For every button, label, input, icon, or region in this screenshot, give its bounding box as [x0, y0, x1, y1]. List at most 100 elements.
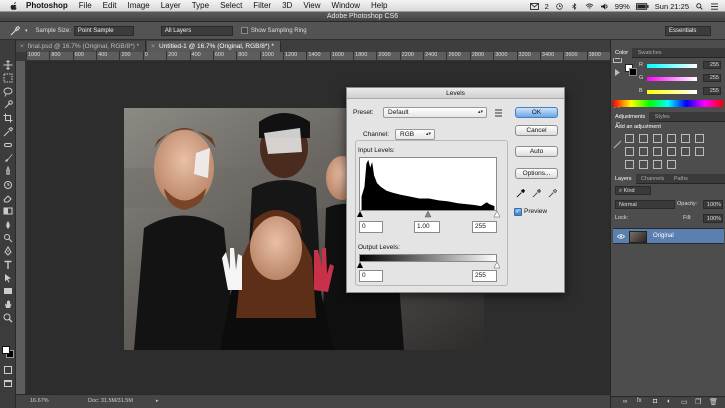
posterize-icon[interactable] [625, 160, 634, 169]
selective-color-icon[interactable] [667, 160, 676, 169]
sample-select[interactable]: All Layers [160, 25, 233, 36]
fill-value[interactable]: 100% [703, 214, 723, 223]
input-black-field[interactable]: 0 [359, 221, 383, 233]
slider-track[interactable] [647, 90, 697, 94]
link-layers-icon[interactable]: ∞ [623, 399, 627, 405]
close-icon[interactable]: × [20, 43, 24, 50]
gradient-map-icon[interactable] [653, 160, 662, 169]
fx-icon[interactable]: fx [637, 398, 642, 404]
output-white-field[interactable]: 255 [472, 270, 497, 282]
tab-adjustments[interactable]: Adjustments [611, 112, 650, 122]
menu-type[interactable]: Type [192, 1, 209, 10]
preview-checkbox[interactable]: ✓ [514, 208, 522, 216]
type-tool-icon[interactable] [3, 260, 13, 270]
screen-mode-icon[interactable] [4, 380, 12, 387]
move-tool-icon[interactable] [3, 60, 13, 70]
color-balance-icon[interactable] [625, 147, 634, 156]
sample-size-select[interactable]: Point Sample [73, 25, 134, 36]
spotlight-icon[interactable] [695, 2, 704, 10]
background-color-swatch[interactable] [629, 68, 637, 76]
pen-tool-icon[interactable] [3, 246, 13, 256]
tab-swatches[interactable]: Swatches [634, 48, 666, 58]
menu-3d[interactable]: 3D [282, 1, 292, 10]
menu-window[interactable]: Window [332, 1, 360, 10]
photo-filter-icon[interactable] [653, 147, 662, 156]
mask-icon[interactable]: ◘ [653, 398, 657, 405]
ok-button[interactable]: OK [515, 107, 558, 118]
black-white-icon[interactable] [639, 147, 648, 156]
lasso-tool-icon[interactable] [3, 87, 13, 97]
eraser-tool-icon[interactable] [3, 193, 13, 203]
eyedropper-tool-icon[interactable] [3, 126, 13, 137]
adjustment-layer-icon[interactable]: ◐ [667, 398, 671, 405]
brightness-contrast-icon[interactable] [625, 134, 634, 143]
notification-center-icon[interactable] [710, 2, 719, 10]
color-slider-b[interactable]: B 255 [639, 87, 721, 96]
color-slider-g[interactable]: G 255 [639, 74, 721, 83]
opacity-value[interactable]: 100% [703, 200, 723, 209]
channel-value[interactable]: 255 [703, 87, 721, 95]
gray-eyedropper-icon[interactable] [532, 189, 541, 198]
clone-stamp-tool-icon[interactable] [3, 166, 13, 176]
invert-icon[interactable] [695, 147, 704, 156]
exposure-icon[interactable] [667, 134, 676, 143]
vibrance-icon[interactable] [681, 134, 690, 143]
hue-saturation-icon[interactable] [695, 134, 704, 143]
actions-icon[interactable] [613, 68, 622, 77]
curves-icon[interactable] [653, 134, 662, 143]
status-menu-arrow-icon[interactable]: ▸ [156, 395, 159, 408]
channel-value[interactable]: 255 [703, 74, 721, 82]
crop-tool-icon[interactable] [3, 113, 13, 123]
eyedropper-icon[interactable] [10, 25, 20, 36]
volume-icon[interactable] [600, 2, 609, 10]
input-gamma-field[interactable]: 1.00 [414, 221, 440, 233]
channel-value[interactable]: 255 [703, 61, 721, 69]
menu-view[interactable]: View [303, 1, 320, 10]
auto-button[interactable]: Auto [515, 146, 558, 157]
slider-track[interactable] [647, 77, 697, 81]
tab-channels[interactable]: Channels [637, 174, 668, 184]
apple-icon[interactable] [8, 1, 20, 10]
healing-brush-tool-icon[interactable] [3, 140, 13, 150]
wifi-icon[interactable] [585, 2, 594, 10]
menu-layer[interactable]: Layer [161, 1, 181, 10]
white-eyedropper-icon[interactable] [548, 189, 557, 198]
options-button[interactable]: Options... [515, 168, 558, 179]
preset-options-icon[interactable] [494, 109, 503, 117]
input-levels-slider[interactable] [357, 210, 500, 218]
path-selection-tool-icon[interactable] [3, 273, 13, 283]
dodge-tool-icon[interactable] [3, 233, 13, 243]
black-eyedropper-icon[interactable] [516, 189, 525, 198]
layer-filter-select[interactable]: ⌕ Kind [615, 186, 651, 195]
output-black-field[interactable]: 0 [359, 270, 383, 282]
workspace-select[interactable]: Essentials [665, 26, 711, 36]
quick-selection-tool-icon[interactable] [3, 100, 13, 110]
menu-edit[interactable]: Edit [103, 1, 117, 10]
gradient-tool-icon[interactable] [3, 206, 13, 216]
blur-tool-icon[interactable] [3, 220, 13, 230]
mail-icon[interactable] [529, 2, 539, 10]
close-icon[interactable]: × [151, 43, 155, 50]
blend-mode-select[interactable]: Normal [615, 200, 675, 209]
tab-layers[interactable]: Layers [611, 174, 636, 184]
brush-tool-icon[interactable] [3, 153, 13, 163]
menu-help[interactable]: Help [371, 1, 387, 10]
menu-file[interactable]: File [79, 1, 92, 10]
timemachine-icon[interactable] [555, 2, 564, 10]
tab-color[interactable]: Color [611, 48, 633, 58]
input-white-field[interactable]: 255 [472, 221, 497, 233]
marquee-tool-icon[interactable] [3, 73, 13, 83]
tab-paths[interactable]: Paths [670, 174, 692, 184]
show-sampling-ring-checkbox[interactable] [240, 27, 248, 34]
zoom-tool-icon[interactable] [3, 313, 13, 323]
channel-select[interactable]: RGB ▴▾ [395, 129, 435, 140]
history-brush-tool-icon[interactable] [3, 180, 13, 190]
battery-icon[interactable] [635, 2, 649, 10]
cancel-button[interactable]: Cancel [515, 125, 558, 136]
output-levels-slider[interactable] [357, 261, 500, 269]
quick-mask-icon[interactable] [4, 366, 12, 374]
folder-icon[interactable]: ▭ [681, 398, 688, 406]
color-slider-r[interactable]: R 255 [639, 61, 721, 70]
trash-icon[interactable]: 🗑 [709, 398, 718, 406]
color-lookup-icon[interactable] [681, 147, 690, 156]
